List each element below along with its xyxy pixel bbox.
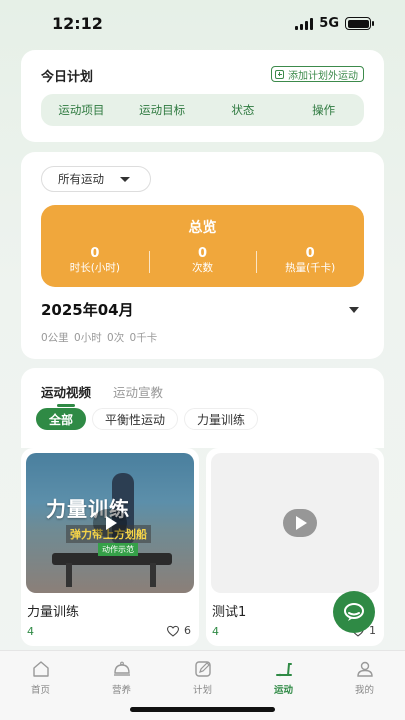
- tab-exercise-education[interactable]: 运动宣教: [113, 382, 163, 401]
- category-chips: 全部 平衡性运动 力量训练: [36, 408, 259, 430]
- nav-label-home: 首页: [30, 685, 50, 696]
- like-count: 1: [369, 624, 376, 637]
- stat-sessions-label: 次数: [192, 262, 213, 274]
- video-thumbnail[interactable]: 力量训练 弹力带上方划船 动作示范: [26, 453, 194, 593]
- nav-item-profile[interactable]: 我的: [324, 651, 405, 720]
- chip-all[interactable]: 全部: [36, 408, 87, 430]
- add-unplanned-exercise-button[interactable]: 添加计划外运动: [271, 66, 364, 82]
- plan-table-header: 运动项目 运动目标 状态 操作: [41, 94, 364, 126]
- treadmill-icon: [275, 663, 292, 677]
- column-goal: 运动目标: [139, 103, 186, 117]
- stat-calories-value: 0: [305, 246, 315, 261]
- nav-item-home[interactable]: 首页: [0, 651, 81, 720]
- video-title: 力量训练: [27, 605, 80, 620]
- month-selector[interactable]: 2025年04月: [41, 299, 134, 320]
- signal-icon: [295, 17, 314, 30]
- stat-calories-label: 热量(千卡): [285, 262, 336, 274]
- nav-label-exercise: 运动: [273, 685, 293, 696]
- video-thumbnail[interactable]: [211, 453, 379, 593]
- customer-service-button[interactable]: [333, 591, 375, 633]
- column-exercise: 运动项目: [58, 103, 105, 117]
- bench-leg: [66, 563, 72, 587]
- heart-icon: [166, 625, 180, 637]
- chip-balance[interactable]: 平衡性运动: [92, 408, 179, 430]
- exercise-filter-dropdown[interactable]: 所有运动: [41, 166, 151, 192]
- add-unplanned-exercise-label: 添加计划外运动: [288, 70, 358, 82]
- status-bar: 12:12 5G: [0, 0, 405, 48]
- stat-duration-value: 0: [90, 246, 100, 261]
- bottom-nav: 首页 营养 计划 运动 我的: [0, 650, 405, 720]
- like-button[interactable]: 6: [166, 624, 191, 637]
- home-indicator: [130, 707, 275, 712]
- nav-label-profile: 我的: [354, 685, 374, 696]
- battery-icon: [345, 17, 374, 30]
- thumbnail-tag: 动作示范: [98, 543, 138, 556]
- video-card[interactable]: 力量训练 弹力带上方划船 动作示范 力量训练 4 6: [21, 448, 199, 646]
- stat-sessions-value: 0: [197, 246, 208, 261]
- chip-strength[interactable]: 力量训练: [184, 408, 259, 430]
- overview-panel: 总览 0 时长(小时) 0 次数 0 热量(千卡): [41, 205, 364, 287]
- edit-icon: [194, 661, 211, 677]
- nav-label-nutrition: 营养: [111, 685, 131, 696]
- today-plan-card: 今日计划 添加计划外运动 运动项目 运动目标 状态 操作: [21, 50, 384, 142]
- caret-down-icon: [120, 177, 130, 182]
- video-section: 运动视频 运动宣教 全部 平衡性运动 力量训练: [21, 368, 384, 448]
- cloche-icon: [113, 661, 130, 676]
- chat-bubble-icon: [344, 603, 364, 621]
- like-count: 6: [184, 624, 191, 637]
- play-icon[interactable]: [283, 509, 317, 537]
- overview-title: 总览: [188, 220, 217, 236]
- plus-square-icon: [275, 69, 284, 79]
- overview-card: 所有运动 总览 0 时长(小时) 0 次数 0 热量(千卡) 2025年04月 …: [21, 152, 384, 359]
- month-caret-down-icon[interactable]: [349, 307, 359, 313]
- stat-sessions: 0 次数: [148, 246, 257, 275]
- play-icon[interactable]: [93, 509, 127, 537]
- status-indicators: 5G: [295, 16, 374, 31]
- tab-exercise-videos[interactable]: 运动视频: [41, 382, 91, 407]
- column-status: 状态: [231, 103, 255, 117]
- nav-label-plan: 计划: [192, 685, 212, 696]
- exercise-filter-label: 所有运动: [58, 172, 104, 186]
- video-count: 4: [27, 625, 34, 638]
- user-icon: [356, 661, 373, 677]
- network-type: 5G: [319, 16, 339, 31]
- overview-stats: 0 时长(小时) 0 次数 0 热量(千卡): [41, 247, 364, 275]
- column-action: 操作: [312, 103, 336, 117]
- bench-leg: [150, 563, 156, 587]
- stat-calories: 0 热量(千卡): [256, 247, 364, 275]
- stat-duration: 0 时长(小时): [41, 247, 149, 275]
- stat-duration-label: 时长(小时): [69, 262, 120, 274]
- video-title: 测试1: [212, 605, 247, 620]
- video-count: 4: [212, 625, 219, 638]
- today-plan-title: 今日计划: [41, 70, 94, 85]
- month-summary: 0公里 0小时 0次 0千卡: [41, 332, 158, 344]
- video-tabs: 运动视频 运动宣教: [41, 382, 163, 407]
- home-icon: [32, 661, 49, 677]
- status-time: 12:12: [52, 14, 103, 33]
